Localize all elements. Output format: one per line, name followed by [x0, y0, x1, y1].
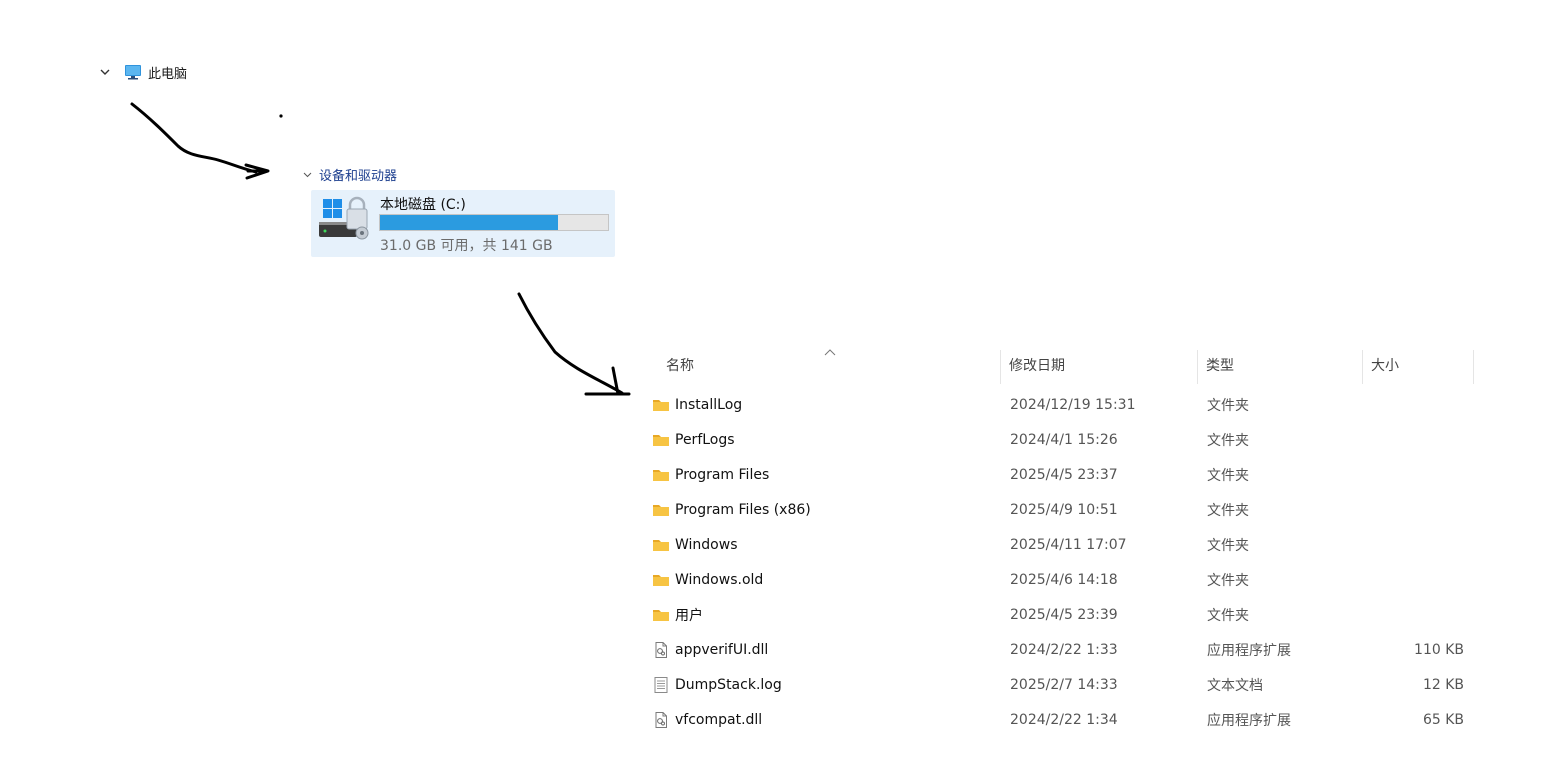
folder-icon: [653, 609, 669, 621]
file-type: 应用程序扩展: [1207, 642, 1291, 659]
column-header-label: 大小: [1371, 358, 1399, 374]
file-row[interactable]: PerfLogs 2024/4/1 15:26 文件夹: [648, 422, 1478, 457]
column-header-type[interactable]: 类型: [1198, 346, 1362, 384]
drive-usage-bar-fill: [380, 215, 558, 230]
file-type: 文件夹: [1207, 607, 1249, 624]
file-date: 2025/4/9 10:51: [1010, 501, 1118, 518]
file-name: Program Files (x86): [675, 501, 811, 518]
file-size: [1364, 422, 1464, 457]
folder-icon: [653, 469, 669, 481]
computer-monitor-icon: [125, 65, 141, 80]
file-size: 12 KB: [1422, 676, 1464, 693]
file-name: vfcompat.dll: [675, 711, 763, 728]
file-size: [1364, 562, 1464, 597]
file-date: 2024/2/22 1:34: [1010, 711, 1118, 728]
file-name: Windows.old: [675, 571, 764, 588]
file-size: [1364, 597, 1464, 632]
file-name-cell[interactable]: Windows: [652, 527, 738, 562]
file-name-cell[interactable]: vfcompat.dll: [652, 702, 762, 737]
file-name-cell[interactable]: InstallLog: [652, 387, 742, 422]
group-header-label: 设备和驱动器: [319, 168, 398, 184]
tree-item-this-pc[interactable]: 此电脑: [98, 60, 187, 84]
file-type: 文件夹: [1207, 502, 1249, 519]
file-type: 文件夹: [1207, 537, 1249, 554]
folder-icon: [653, 434, 669, 446]
file-size: [1364, 527, 1464, 562]
file-row[interactable]: DumpStack.log 2025/2/7 14:33 文本文档 12 KB: [648, 667, 1478, 702]
file-date: 2024/12/19 15:31: [1010, 396, 1136, 413]
file-row[interactable]: vfcompat.dll 2024/2/22 1:34 应用程序扩展 65 KB: [648, 702, 1478, 737]
file-name: Windows: [675, 536, 738, 553]
file-name: DumpStack.log: [675, 676, 782, 693]
file-name: InstallLog: [675, 396, 743, 413]
file-date: 2024/4/1 15:26: [1010, 431, 1118, 448]
folder-icon: [653, 399, 669, 411]
file-type: 应用程序扩展: [1207, 712, 1291, 729]
file-name: Program Files: [675, 466, 770, 483]
file-type: 文件夹: [1207, 572, 1249, 589]
drive-usage-bar: [379, 214, 609, 231]
file-date: 2025/2/7 14:33: [1010, 676, 1118, 693]
file-row[interactable]: appverifUI.dll 2024/2/22 1:33 应用程序扩展 110 KB: [648, 632, 1478, 667]
file-row[interactable]: Windows.old 2025/4/6 14:18 文件夹: [648, 562, 1478, 597]
file-name-cell[interactable]: Program Files (x86): [652, 492, 811, 527]
annotation-dot: [279, 114, 283, 118]
folder-icon: [653, 539, 669, 551]
drive-tile-c[interactable]: 本地磁盘 (C:) 31.0 GB 可用，共 141 GB: [311, 190, 615, 257]
column-header-size[interactable]: 大小: [1363, 346, 1473, 384]
file-name-cell[interactable]: DumpStack.log: [652, 667, 782, 702]
file-name-cell[interactable]: appverifUI.dll: [652, 632, 768, 667]
file-row[interactable]: Program Files 2025/4/5 23:37 文件夹: [648, 457, 1478, 492]
file-row[interactable]: 用户 2025/4/5 23:39 文件夹: [648, 597, 1478, 632]
file-row[interactable]: Program Files (x86) 2025/4/9 10:51 文件夹: [648, 492, 1478, 527]
dll-file-icon: [655, 641, 667, 658]
file-date: 2025/4/11 17:07: [1010, 536, 1127, 553]
column-header-date[interactable]: 修改日期: [1001, 346, 1197, 384]
annotation-arrow-to-drives: [130, 102, 258, 174]
file-type: 文件夹: [1207, 467, 1249, 484]
file-name: PerfLogs: [675, 431, 735, 448]
chevron-down-icon[interactable]: [302, 169, 313, 180]
file-name: appverifUI.dll: [675, 641, 769, 658]
column-header-label: 类型: [1206, 358, 1234, 374]
file-type: 文本文档: [1207, 677, 1263, 694]
file-date: 2025/4/5 23:37: [1010, 466, 1118, 483]
file-row[interactable]: Windows 2025/4/11 17:07 文件夹: [648, 527, 1478, 562]
folder-icon: [653, 504, 669, 516]
drive-space-text: 31.0 GB 可用，共 141 GB: [380, 238, 553, 254]
file-type: 文件夹: [1207, 397, 1249, 414]
file-date: 2025/4/6 14:18: [1010, 571, 1118, 588]
file-name: 用户: [675, 607, 703, 624]
file-size: 65 KB: [1422, 711, 1464, 728]
folder-icon: [653, 574, 669, 586]
column-header-name[interactable]: 名称: [658, 346, 1000, 384]
file-name-cell[interactable]: 用户: [652, 597, 703, 632]
file-date: 2024/2/22 1:33: [1010, 641, 1118, 658]
file-type: 文件夹: [1207, 432, 1249, 449]
file-size: [1364, 457, 1464, 492]
file-size: [1364, 492, 1464, 527]
column-separator[interactable]: [1473, 350, 1474, 384]
file-name-cell[interactable]: PerfLogs: [652, 422, 735, 457]
annotation-arrowhead-to-drives: [244, 163, 270, 180]
file-date: 2025/4/5 23:39: [1010, 606, 1118, 623]
file-name-cell[interactable]: Program Files: [652, 457, 769, 492]
annotation-arrow-to-files: [517, 292, 624, 395]
file-size: 110 KB: [1414, 641, 1464, 658]
group-header-devices[interactable]: 设备和驱动器: [302, 164, 397, 184]
text-file-icon: [654, 676, 668, 693]
file-name-cell[interactable]: Windows.old: [652, 562, 763, 597]
file-row[interactable]: InstallLog 2024/12/19 15:31 文件夹: [648, 387, 1478, 422]
column-header-label: 修改日期: [1009, 358, 1065, 374]
column-header-label: 名称: [666, 358, 694, 374]
drive-name: 本地磁盘 (C:): [380, 197, 466, 213]
tree-item-label: 此电脑: [148, 66, 188, 82]
windows-drive-lock-icon: [319, 196, 369, 240]
chevron-down-icon[interactable]: [98, 65, 112, 79]
file-size: [1364, 387, 1464, 422]
annotation-arrowhead-to-files: [584, 366, 631, 396]
dll-file-icon: [655, 711, 667, 728]
